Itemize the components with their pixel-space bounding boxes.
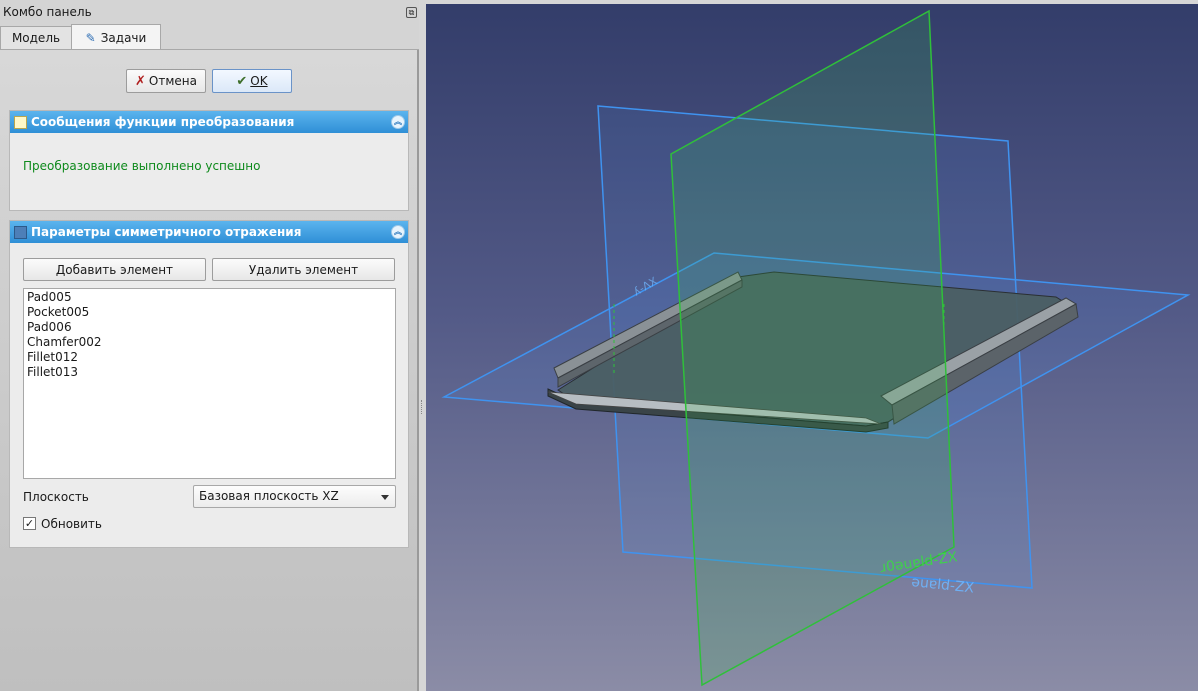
mirror-params-header[interactable]: Параметры симметричного отражения ︽ — [10, 221, 408, 243]
remove-feature-label: Удалить элемент — [248, 262, 359, 277]
tab-tasks[interactable]: ✎ Задачи — [71, 24, 161, 50]
cancel-button-label: Отмена — [148, 74, 197, 88]
cancel-button[interactable]: ✗ Отмена — [126, 69, 206, 93]
document-icon — [14, 115, 27, 129]
status-message: Преобразование выполнено успешно — [23, 159, 261, 173]
plane-label: Плоскость — [23, 490, 89, 504]
tab-bar: Модель ✎ Задачи — [0, 24, 419, 50]
collapse-icon[interactable]: ︽ — [391, 115, 405, 129]
ok-check-icon: ✔ — [236, 73, 248, 89]
tab-model-label: Модель — [11, 31, 61, 45]
plane-select[interactable]: Базовая плоскость XZ — [193, 485, 396, 508]
list-item[interactable]: Fillet013 — [27, 365, 392, 380]
combo-panel-title: Комбо панель — [3, 5, 92, 19]
pencil-icon: ✎ — [85, 30, 96, 45]
messages-box: Сообщения функции преобразования ︽ Преоб… — [9, 110, 409, 211]
list-item[interactable]: Fillet012 — [27, 350, 392, 365]
add-feature-label: Добавить элемент — [55, 262, 174, 277]
ok-button[interactable]: ✔ OK — [212, 69, 292, 93]
chevron-down-icon — [381, 495, 389, 500]
messages-title: Сообщения функции преобразования — [31, 115, 295, 129]
tab-model[interactable]: Модель — [0, 26, 72, 49]
3d-scene: ʎ-ΛX ɹ0ǝuɐld-ZX ǝuɐld-ZX — [441, 9, 1191, 687]
list-item[interactable]: Pad005 — [27, 290, 392, 305]
messages-header[interactable]: Сообщения функции преобразования ︽ — [10, 111, 408, 133]
tab-tasks-label: Задачи — [100, 30, 147, 45]
undock-icon[interactable]: ⧉ — [406, 7, 417, 18]
mirror-icon — [14, 225, 27, 239]
mirror-params-title: Параметры симметричного отражения — [31, 225, 302, 239]
add-feature-button[interactable]: Добавить элемент — [23, 258, 206, 281]
collapse-icon[interactable]: ︽ — [391, 225, 405, 239]
list-item[interactable]: Chamfer002 — [27, 335, 392, 350]
remove-feature-button[interactable]: Удалить элемент — [212, 258, 395, 281]
ok-button-label: OK — [250, 74, 268, 88]
list-item[interactable]: Pocket005 — [27, 305, 392, 320]
combo-panel: Комбо панель ⧉ Модель ✎ Задачи ✗ Отмена … — [0, 0, 419, 691]
refresh-checkbox[interactable]: ✓ — [23, 517, 36, 530]
feature-list[interactable]: Pad005 Pocket005 Pad006 Chamfer002 Fille… — [23, 288, 396, 479]
plane-select-value: Базовая плоскость XZ — [199, 489, 339, 503]
cancel-icon: ✗ — [135, 73, 146, 89]
list-item[interactable]: Pad006 — [27, 320, 392, 335]
3d-view[interactable]: ʎ-ΛX ɹ0ǝuɐld-ZX ǝuɐld-ZX — [426, 4, 1198, 691]
mirror-params-box: Параметры симметричного отражения ︽ Доба… — [9, 220, 409, 548]
splitter-handle[interactable] — [419, 0, 426, 691]
refresh-label: Обновить — [41, 517, 102, 531]
